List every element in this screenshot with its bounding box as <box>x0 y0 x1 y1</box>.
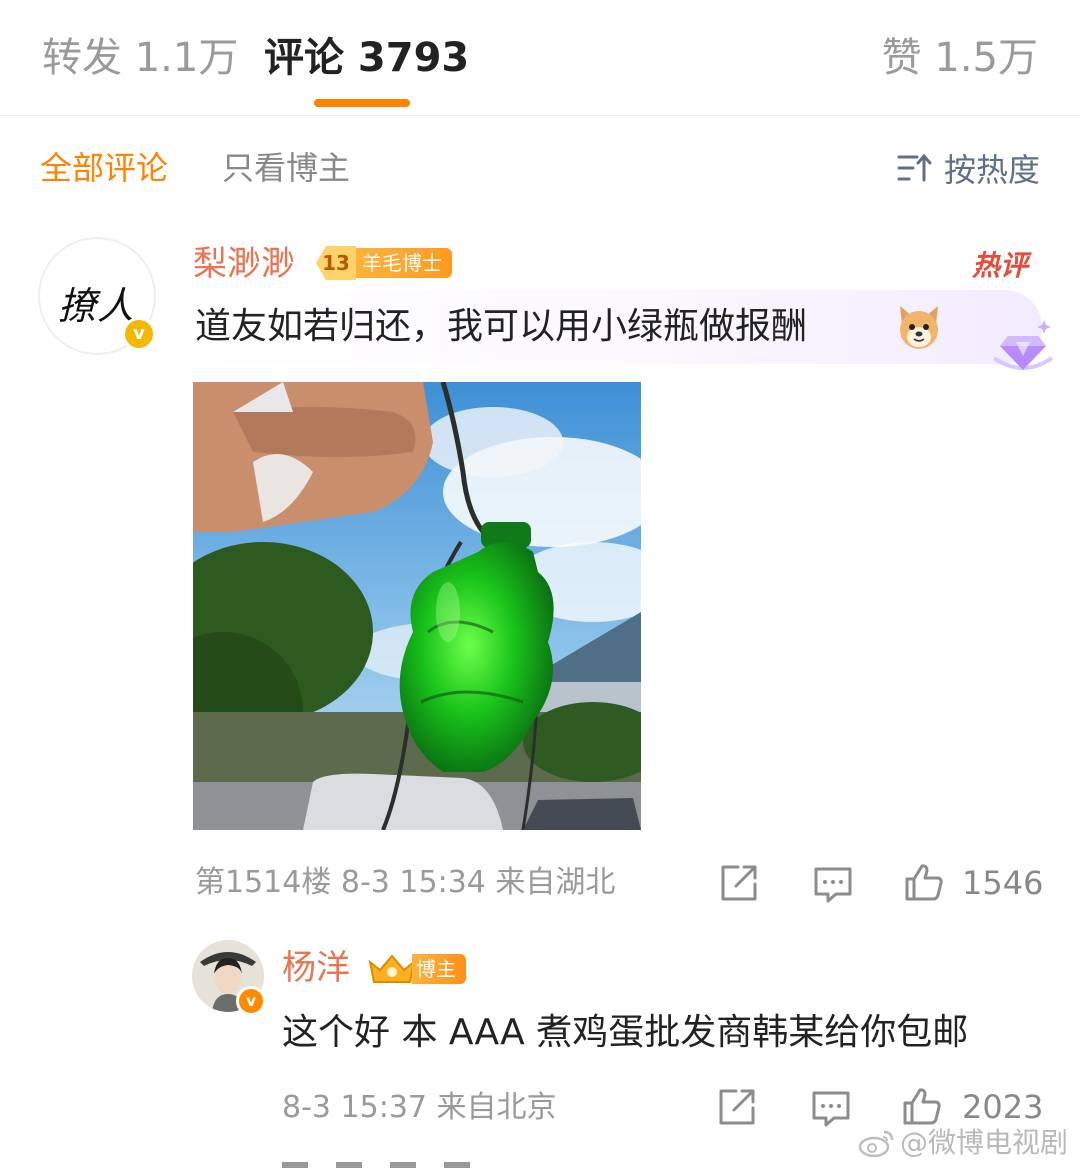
comment-filter-bar: 全部评论 只看博主 按热度 <box>0 116 1080 216</box>
crown-icon <box>368 954 416 983</box>
comment-meta: 第1514楼 8-3 15:34 来自湖北 <box>195 865 616 900</box>
share-icon[interactable] <box>718 862 760 904</box>
verified-badge-icon: v <box>122 317 156 351</box>
fan-level-badge[interactable]: 13 羊毛博士 <box>316 246 452 280</box>
reply-meta: 8-3 15:37 来自北京 <box>282 1090 557 1125</box>
avatar-calligraphy: 撩人 <box>58 284 137 328</box>
host-badge: 博主 <box>366 952 466 986</box>
fan-level-number: 13 <box>316 246 356 280</box>
reply-share-icon[interactable] <box>716 1086 758 1128</box>
sort-icon <box>897 153 932 182</box>
reply-verified-badge-icon: v <box>236 986 266 1016</box>
green-bottle-photo <box>193 382 641 830</box>
tab-comments[interactable]: 评论 3793 <box>264 30 469 86</box>
like-count: 1546 <box>962 864 1044 902</box>
fan-level-title: 羊毛博士 <box>356 248 452 278</box>
sort-by-hot-button[interactable]: 按热度 <box>896 146 1040 190</box>
next-comment-fragment <box>282 1162 492 1168</box>
watermark-text: @微博电视剧 <box>899 1126 1068 1159</box>
filter-host-only[interactable]: 只看博主 <box>222 146 350 190</box>
top-tab-bar: 转发 1.1万 评论 3793 赞 1.5万 <box>0 0 1080 116</box>
reply-comment-icon[interactable] <box>810 1088 852 1130</box>
hot-comment-tag: 热评 <box>971 249 1028 282</box>
active-tab-indicator <box>314 99 410 107</box>
filter-all-comments[interactable]: 全部评论 <box>40 146 168 190</box>
doge-emoji-icon <box>900 306 938 349</box>
watermark: @微博电视剧 <box>858 1124 1068 1162</box>
reply-like-count: 2023 <box>962 1088 1044 1126</box>
like-icon[interactable] <box>903 861 945 903</box>
weibo-logo-icon <box>858 1130 894 1158</box>
commenter-avatar[interactable]: 撩人 v <box>38 237 156 355</box>
comment-image[interactable] <box>193 382 641 830</box>
reply-like-icon[interactable] <box>901 1085 943 1127</box>
tab-repost[interactable]: 转发 1.1万 <box>42 30 238 86</box>
reply-text: 这个好 本 AAA 煮鸡蛋批发商韩某给你包邮 <box>282 1012 969 1053</box>
reply-username[interactable]: 杨洋 <box>282 944 350 992</box>
tab-likes[interactable]: 赞 1.5万 <box>882 30 1038 86</box>
commenter-username[interactable]: 梨渺渺 <box>193 240 295 288</box>
comment-text: 道友如若归还，我可以用小绿瓶做报酬 <box>195 306 808 347</box>
comment-icon[interactable] <box>812 864 854 906</box>
sort-label: 按热度 <box>943 151 1040 189</box>
host-badge-label: 博主 <box>412 954 466 984</box>
diamond-decoration-icon <box>992 320 1054 370</box>
